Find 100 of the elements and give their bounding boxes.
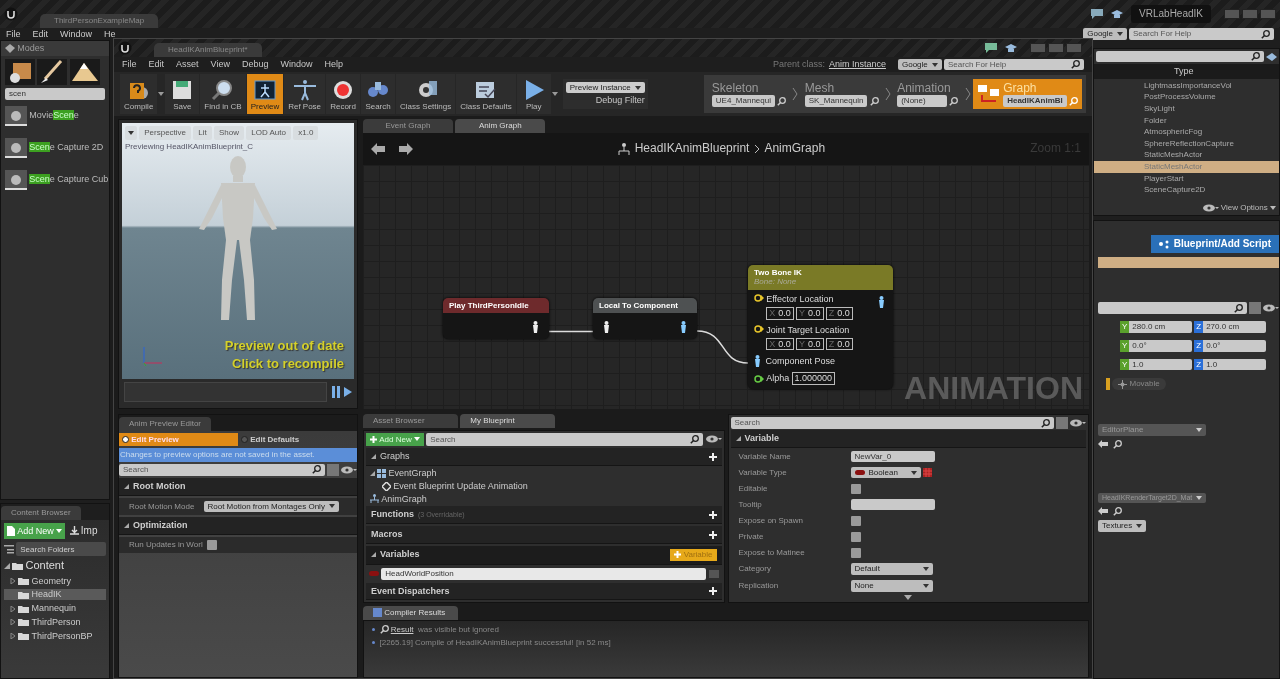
vector-field[interactable]: Y 0.0 — [796, 306, 824, 320]
asset-mode-tab[interactable]: Skeleton UE4_Mannequi — [707, 79, 791, 109]
import-button[interactable]: Imp — [69, 525, 98, 537]
menu-item[interactable]: He — [104, 28, 116, 40]
value-field[interactable]: 1.000000 — [791, 372, 836, 386]
help-search-field[interactable]: Search For Help — [944, 58, 1084, 71]
add-icon[interactable] — [708, 530, 717, 539]
panel-tab[interactable]: My Blueprint — [460, 414, 556, 428]
vector-field[interactable]: Y 0.0 — [796, 337, 824, 351]
search-field[interactable]: Search — [426, 432, 704, 446]
parent-class-link[interactable]: Anim Instance — [828, 59, 886, 70]
graph-tab[interactable]: Event Graph — [363, 119, 453, 133]
pause-icon[interactable] — [331, 386, 340, 398]
number-field[interactable]: Z 0.0° — [1194, 339, 1267, 352]
debug-instance-dropdown[interactable]: Preview Instance — [565, 81, 645, 94]
viewport-option-button[interactable]: Show — [214, 126, 244, 140]
toolbar-button[interactable]: Find in CB — [200, 74, 246, 114]
add-script-button[interactable]: Blueprint/Add Script — [1151, 235, 1279, 254]
forward-arrow-icon[interactable] — [399, 142, 413, 155]
number-field[interactable]: Y 0.0° — [1120, 339, 1192, 352]
variable-name-field[interactable]: HeadWorldPosition — [381, 567, 707, 580]
toolbar-button[interactable]: Class Settings — [396, 74, 456, 114]
vector-field[interactable]: X 0.0 — [766, 306, 794, 320]
text-field[interactable]: NewVar_0 — [850, 450, 935, 462]
number-field[interactable]: Y 1.0 — [1120, 358, 1192, 371]
viewport-option-button[interactable]: Perspective — [139, 126, 192, 140]
breadcrumb-item[interactable]: HeadIKAnimBlueprint — [634, 141, 750, 156]
box-icon[interactable] — [5, 58, 35, 85]
details-search-field[interactable] — [1098, 302, 1247, 315]
property-dropdown[interactable]: Root Motion from Montages Only — [203, 500, 339, 513]
number-field[interactable]: Z 1.0 — [1194, 358, 1267, 371]
vector-field[interactable]: X 0.0 — [766, 337, 794, 351]
expand-arrow-icon[interactable] — [904, 594, 913, 600]
outliner-row[interactable]: StaticMeshActor — [1094, 149, 1279, 161]
vector-field[interactable]: Z 0.0 — [825, 306, 853, 320]
menu-item[interactable]: Help — [324, 59, 343, 70]
menu-item[interactable]: File — [122, 59, 137, 70]
brush-icon[interactable] — [37, 58, 68, 85]
search-provider-dropdown[interactable]: Google — [897, 58, 942, 71]
outliner-row[interactable]: Folder — [1094, 114, 1279, 127]
number-field[interactable]: Z 270.0 cm — [1194, 321, 1267, 333]
viewport-option-button[interactable]: LOD Auto — [246, 126, 291, 140]
checkbox[interactable] — [207, 539, 218, 550]
graph-item[interactable]: Event Blueprint Update Animation — [366, 480, 722, 492]
checkbox[interactable] — [850, 483, 861, 494]
graph-item[interactable]: AnimGraph — [366, 493, 722, 505]
play-icon[interactable] — [344, 387, 352, 397]
menu-item[interactable]: Window — [60, 28, 93, 40]
menu-item[interactable]: View — [210, 59, 230, 70]
panel-tab[interactable]: Asset Browser — [363, 414, 458, 428]
asset-mode-tab[interactable]: Mesh SK_Mannequin — [800, 79, 883, 109]
outliner-row[interactable]: PlayerStart — [1094, 172, 1279, 185]
panel-tab[interactable]: Content Browser — [1, 506, 81, 520]
tree-item[interactable]: ThirdPersonBP — [4, 630, 106, 642]
help-search-field[interactable]: Search For Help — [1129, 28, 1274, 40]
graph-node[interactable]: Play ThirdPersonIdle — [443, 297, 549, 340]
search-field[interactable]: scen — [5, 87, 105, 100]
vector-field[interactable]: Z 0.0 — [825, 337, 853, 351]
menu-item[interactable]: Edit — [32, 28, 49, 40]
viewport-option-button[interactable]: x1.0 — [293, 126, 319, 140]
asset-mode-tab[interactable]: Graph HeadIKAnimBl — [972, 79, 1082, 109]
outliner-row[interactable]: SphereReflectionCapture — [1094, 137, 1279, 150]
graph-node[interactable]: Local To Component — [593, 297, 697, 340]
type-dropdown[interactable]: Boolean — [850, 466, 921, 479]
breadcrumb-item[interactable]: AnimGraph — [764, 141, 826, 156]
checkbox[interactable] — [850, 531, 861, 542]
tree-item[interactable]: ThirdPerson — [4, 616, 106, 628]
search-provider-dropdown[interactable]: Google — [1083, 28, 1127, 40]
toolbar-button[interactable]: Preview — [246, 74, 284, 114]
panel-tab[interactable]: Compiler Results — [363, 606, 458, 620]
number-field[interactable]: Y 280.0 cm — [1120, 321, 1192, 333]
property-dropdown[interactable]: None — [850, 580, 933, 592]
menu-item[interactable]: Asset — [176, 59, 199, 70]
menu-item[interactable]: Window — [280, 59, 313, 70]
toolbar-button[interactable]: Search — [361, 74, 396, 114]
menu-item[interactable]: Debug — [241, 59, 269, 70]
result-link[interactable]: Result — [379, 625, 414, 635]
back-arrow-icon[interactable] — [371, 142, 385, 155]
tree-item[interactable]: Content — [4, 559, 106, 573]
graph-tab[interactable]: Anim Graph — [455, 119, 546, 133]
mode-tab[interactable]: Edit Defaults — [238, 432, 357, 447]
add-icon[interactable] — [708, 452, 717, 461]
toolbar-button[interactable]: Compile — [120, 74, 158, 114]
outliner-row[interactable]: SceneCapture2D — [1094, 184, 1279, 196]
tree-item[interactable]: Mannequin — [4, 603, 106, 614]
viewport-option-button[interactable]: Lit — [193, 126, 212, 140]
menu-item[interactable]: Edit — [148, 59, 165, 70]
mountain-icon[interactable] — [69, 58, 100, 85]
toolbar-button[interactable]: Record — [326, 74, 361, 114]
menu-item[interactable]: File — [6, 28, 21, 40]
outliner-row[interactable]: SkyLight — [1094, 103, 1279, 115]
toolbar-button[interactable]: Save — [165, 74, 200, 114]
search-field[interactable]: Search — [119, 463, 325, 476]
asset-mode-tab[interactable]: Animation (None) — [893, 79, 963, 109]
graph-node[interactable]: Two Bone IK Bone: None Effector Location X 0.0 Y 0.0 Z 0.0 Joint Target Location X 0.0 Y 0.0 Z 0.0 Component Pose Alpha 1.000000 — [748, 264, 893, 390]
textures-dropdown[interactable]: Textures — [1098, 520, 1147, 532]
toolbar-button[interactable]: Class Defaults — [456, 74, 516, 114]
property-dropdown[interactable]: Default — [850, 563, 933, 575]
search-field[interactable]: Search — [730, 417, 1054, 429]
outliner-row[interactable]: AtmosphericFog — [1094, 126, 1279, 138]
